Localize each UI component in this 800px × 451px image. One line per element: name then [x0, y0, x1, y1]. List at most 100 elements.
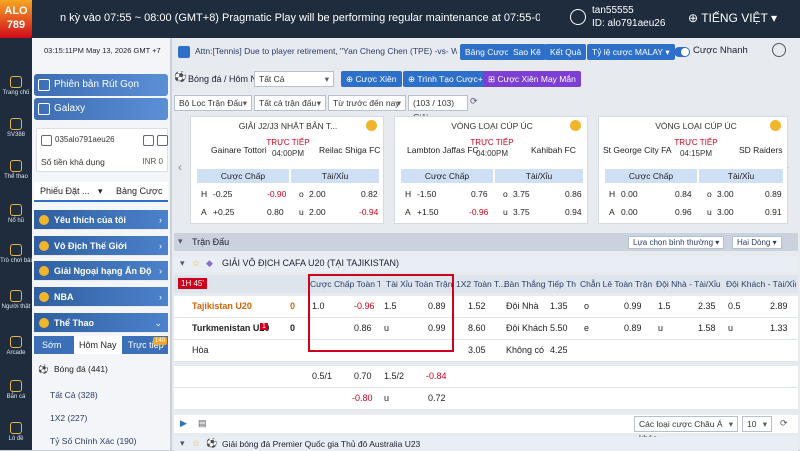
bet-type-select[interactable]: Các loại cược Châu Á khác▾ — [634, 416, 738, 443]
category-sports[interactable]: Thể Thao ⌄ — [34, 313, 168, 333]
category-world-cup[interactable]: Vô Địch Thế Giới › — [34, 236, 168, 256]
quick-bet-toggle[interactable] — [674, 47, 690, 57]
strip-item-arcade[interactable]: Arcade — [0, 336, 32, 357]
refresh-icon[interactable]: ⟳ — [470, 96, 480, 108]
card-odds[interactable]: -0.96 — [469, 207, 488, 217]
strip-item-cards[interactable]: Trò chơi bài — [0, 244, 32, 265]
strip-item-lottery[interactable]: Lô đề — [0, 422, 32, 443]
card-odds[interactable]: -0.94 — [359, 207, 378, 217]
collapse-icon[interactable]: ▾ — [180, 438, 185, 449]
tab-early[interactable]: Sớm — [42, 340, 61, 350]
card-side: A — [405, 207, 411, 217]
tab-bet-slip[interactable]: Phiếu Đặt ... — [40, 186, 90, 196]
copy-icon[interactable] — [143, 135, 154, 146]
card-odds[interactable]: -0.90 — [267, 189, 286, 199]
odds-cell[interactable]: 0.89 — [624, 323, 642, 333]
featured-match-card[interactable]: VÒNG LOẠI CÚP ÚC Lambton Jaffas FC TRỰC … — [394, 116, 588, 224]
card-odds[interactable]: 0.80 — [267, 207, 284, 217]
brand-logo[interactable]: ALO 789 — [0, 0, 32, 40]
card-side: o — [299, 189, 304, 199]
card-odds[interactable]: 0.76 — [471, 189, 488, 199]
page-size-select[interactable]: 10 ▾ — [742, 416, 772, 432]
home-ou-line: u — [658, 323, 664, 333]
strip-item-slots[interactable]: Nổ hũ — [0, 204, 32, 225]
message-icon[interactable] — [157, 135, 168, 146]
category-ipl[interactable]: Giải Ngoại hạng Ấn Độ › — [34, 261, 168, 281]
selection-mode-select[interactable]: Lựa chọn bình thường ▾ — [628, 236, 725, 249]
lucky-parlay-button[interactable]: ⊞ Cược Xiên May Mắn — [483, 71, 581, 87]
featured-match-card[interactable]: GIẢI J2/J3 NHẬT BẢN T... Gainare Tottori… — [190, 116, 384, 224]
refresh-icon[interactable]: ⟳ — [780, 418, 788, 429]
bet-builder-button[interactable]: ⊕ Trình Tạo Cược+ — [403, 71, 488, 87]
line-mode-select[interactable]: Hai Dòng ▾ — [732, 236, 782, 249]
odds-cell[interactable]: -0.80 — [352, 393, 373, 403]
odds-cell[interactable]: -0.84 — [426, 371, 447, 381]
announcement[interactable]: Attn:[Tennis] Due to player retirement, … — [195, 46, 457, 56]
card-odds[interactable]: 0.86 — [565, 189, 582, 199]
chevron-down-icon[interactable]: ▾ — [98, 186, 103, 197]
card-odds[interactable]: 0.82 — [361, 189, 378, 199]
odds-cell[interactable]: 2.89 — [770, 301, 788, 311]
statement-button[interactable]: Sao Kê — [508, 44, 546, 60]
strip-item-live-casino[interactable]: Người thật — [0, 290, 32, 311]
odds-cell[interactable]: 0.70 — [354, 371, 372, 381]
home-score: 0 — [290, 301, 296, 311]
account-name: 035alo791aeu26 — [55, 135, 115, 144]
star-icon[interactable]: ☆ — [192, 438, 200, 449]
match-scope-select[interactable]: Tất cả trận đấu ▾ — [254, 95, 326, 111]
league-count[interactable]: (103 / 103) Giải — [408, 95, 468, 122]
sub-item-1x2[interactable]: 1X2 (227) — [50, 413, 87, 423]
galaxy-button[interactable]: Galaxy — [34, 98, 168, 120]
strip-item-fishing[interactable]: Bắn cá — [0, 380, 32, 401]
odds-cell[interactable]: 0.99 — [624, 301, 642, 311]
balance-value: INR 0 — [142, 157, 163, 166]
odds-cell[interactable]: 2.35 — [698, 301, 716, 311]
card-odds[interactable]: 0.84 — [675, 189, 692, 199]
sport-item-soccer[interactable]: Bóng đá (441) — [54, 364, 108, 374]
strip-label: Bắn cá — [6, 394, 26, 400]
strip-item-sports[interactable]: Thể thao — [0, 160, 32, 181]
odds-cell[interactable]: 1.35 — [550, 301, 568, 311]
language-select[interactable]: ⊕ TIẾNG VIỆT ▾ — [688, 11, 777, 25]
featured-match-card[interactable]: VÒNG LOẠI CÚP ÚC St George City FA TRỰC … — [598, 116, 788, 224]
league-row[interactable]: ▾ ☆ ◆ GIẢI VÔ ĐỊCH CAFA U20 (TẠI TAJIKIS… — [174, 256, 798, 272]
sort-select[interactable]: Từ trước đến nay ▾ — [328, 95, 406, 111]
odds-cell[interactable]: 5.50 — [550, 323, 568, 333]
card-odds[interactable]: 0.96 — [675, 207, 692, 217]
sub-item-correct-score[interactable]: Tỷ Số Chính Xác (190) — [50, 436, 136, 446]
category-nba[interactable]: NBA › — [34, 287, 168, 307]
star-icon[interactable]: ☆ — [192, 258, 200, 269]
play-icon[interactable]: ▶ — [180, 418, 187, 429]
odds-cell[interactable]: 8.60 — [468, 323, 486, 333]
odds-table-button[interactable]: Bảng Cược — [460, 44, 514, 60]
category-favorites[interactable]: Yêu thích của tôi › — [34, 210, 168, 230]
card-odds[interactable]: 0.91 — [765, 207, 782, 217]
odds-cell[interactable]: 1.52 — [468, 301, 486, 311]
collapse-icon[interactable]: ▾ — [178, 236, 183, 247]
tab-my-bets[interactable]: Bảng Cược — [116, 186, 162, 196]
user-icon — [41, 135, 52, 146]
odds-cell[interactable]: 3.05 — [468, 345, 486, 355]
sub-item-all[interactable]: Tất Cả (328) — [50, 390, 98, 400]
odds-cell[interactable]: 0.72 — [428, 393, 446, 403]
results-button[interactable]: Kết Quả — [545, 44, 587, 60]
strip-item-home[interactable]: Trang chủ — [0, 76, 32, 97]
chevron-left-icon[interactable]: ‹ — [178, 160, 182, 174]
card-odds[interactable]: 0.94 — [565, 207, 582, 217]
compact-version-button[interactable]: Phiên bản Rút Gọn — [34, 74, 168, 96]
strip-item-sv388[interactable]: SV388 — [0, 118, 32, 139]
stats-icon[interactable]: ▤ — [198, 418, 207, 429]
card-odds[interactable]: 0.89 — [765, 189, 782, 199]
user-info[interactable]: tan55555 ID: alo791aeu26 — [570, 4, 665, 30]
odds-cell[interactable]: 1.33 — [770, 323, 788, 333]
match-filter-select[interactable]: Bộ Lọc Trận Đấu ▾ — [174, 95, 252, 111]
odds-cell[interactable]: 4.25 — [550, 345, 568, 355]
market-filter-select[interactable]: Tất Cả ▾ — [254, 71, 334, 87]
tab-today[interactable]: Hôm Nay — [74, 336, 122, 354]
league-row[interactable]: ▾ ☆ ⚽ Giải bóng đá Premier Quốc gia Thủ … — [174, 437, 798, 451]
parlay-button[interactable]: ⊕ Cược Xiên — [341, 71, 402, 87]
gear-icon[interactable] — [772, 43, 786, 57]
odds-cell[interactable]: 1.58 — [698, 323, 716, 333]
collapse-icon[interactable]: ▾ — [180, 258, 185, 269]
odds-format-select[interactable]: Tỷ lệ cược MALAY ▾ — [587, 44, 675, 60]
